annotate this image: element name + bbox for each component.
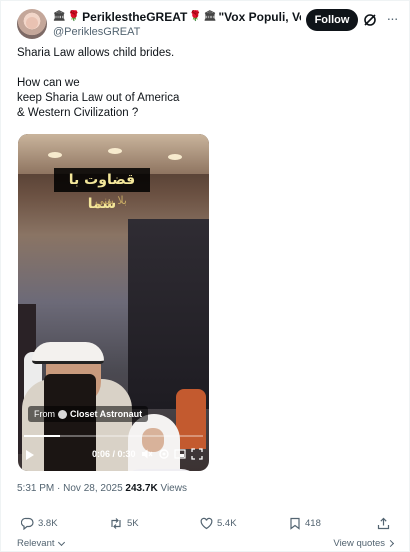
tweet-date[interactable]: Nov 28, 2025 <box>63 483 123 494</box>
video-frame-girl-dress <box>121 469 201 471</box>
ceiling-light <box>48 152 62 158</box>
bookmark-button[interactable]: 418 <box>289 515 321 531</box>
like-button[interactable]: 5.4K <box>200 515 237 531</box>
view-quotes-link[interactable]: View quotes <box>333 538 395 549</box>
reply-icon <box>21 517 34 530</box>
video-frame-person <box>176 389 206 449</box>
more-options-icon[interactable]: ··· <box>383 11 401 29</box>
video-time: 0:06 / 0:30 <box>92 449 136 459</box>
repost-icon <box>111 517 121 529</box>
chevron-down-icon <box>57 538 65 546</box>
mute-icon[interactable] <box>141 448 153 460</box>
tweet-line: & Western Civilization ? <box>17 107 139 119</box>
author-display-name[interactable]: PeriklestheGREAT <box>82 10 187 24</box>
tweet-text: Sharia Law allows child brides. How can … <box>17 46 387 121</box>
like-count: 5.4K <box>217 517 237 529</box>
video-caption-title: قضاوت با شما <box>54 168 150 212</box>
views-label: Views <box>160 483 187 494</box>
meta-separator: · <box>54 483 64 494</box>
video-frame-crowd <box>128 219 209 409</box>
tweet-line: keep Sharia Law out of America <box>17 92 180 104</box>
tweet-line: How can we <box>17 77 80 89</box>
fullscreen-icon[interactable] <box>191 448 203 460</box>
reply-count: 3.8K <box>38 517 58 529</box>
video-progress-fill <box>24 435 60 437</box>
source-avatar <box>58 409 67 419</box>
video-player[interactable]: قضاوت با شما بلا بيني From Closet Astron… <box>18 134 209 471</box>
video-caption-subtitle: بلا بيني <box>95 194 127 207</box>
reply-button[interactable]: 3.8K <box>21 515 58 531</box>
rose-icon: 🌹 <box>67 11 81 22</box>
video-progress-bar[interactable] <box>24 435 203 437</box>
tweet-actions: 3.8K 5K 5.4K 418 <box>17 515 395 533</box>
follow-button[interactable]: Follow <box>306 9 358 31</box>
play-icon[interactable] <box>26 450 34 460</box>
views-count: 243.7K <box>125 483 158 494</box>
share-button[interactable] <box>377 515 390 531</box>
tweet-time[interactable]: 5:31 PM <box>17 483 54 494</box>
settings-icon[interactable] <box>158 448 170 460</box>
ceiling-light <box>108 148 122 154</box>
video-source-attribution[interactable]: From Closet Astronaut <box>28 406 149 422</box>
rose-icon: 🌹 <box>189 11 202 22</box>
bookmark-count: 418 <box>305 517 321 529</box>
bookmark-icon <box>290 517 300 530</box>
tweet-meta: 5:31 PM · Nov 28, 2025 243.7K Views <box>17 483 187 494</box>
ceiling-light <box>168 154 182 160</box>
avatar[interactable] <box>17 9 47 39</box>
author-display-name-suffix[interactable]: "Vox Populi, Vo... <box>218 10 301 24</box>
grok-icon[interactable] <box>363 13 377 27</box>
video-frame-cap <box>32 342 104 364</box>
heart-icon <box>200 517 213 529</box>
sort-label: Relevant <box>17 538 55 549</box>
bank-icon: 🏛 <box>203 11 217 22</box>
tweet-card: 🏛 🌹 PeriklestheGREAT 🌹 🏛 "Vox Populi, Vo… <box>0 0 410 552</box>
bank-icon: 🏛 <box>53 11 66 22</box>
video-controls: 0:06 / 0:30 <box>18 442 209 468</box>
author-handle[interactable]: @PeriklesGREAT <box>53 26 140 38</box>
view-quotes-label: View quotes <box>333 538 385 549</box>
share-icon <box>377 517 390 529</box>
tweet-line: Sharia Law allows child brides. <box>17 47 175 59</box>
chevron-right-icon <box>386 539 395 548</box>
sort-replies-dropdown[interactable]: Relevant <box>17 538 65 549</box>
author-name-line[interactable]: 🏛 🌹 PeriklestheGREAT 🌹 🏛 "Vox Populi, Vo… <box>53 9 301 25</box>
picture-in-picture-icon[interactable] <box>174 448 186 460</box>
repost-count: 5K <box>127 517 139 529</box>
from-label: From <box>34 409 55 419</box>
repost-button[interactable]: 5K <box>109 515 139 531</box>
source-name[interactable]: Closet Astronaut <box>70 406 142 422</box>
